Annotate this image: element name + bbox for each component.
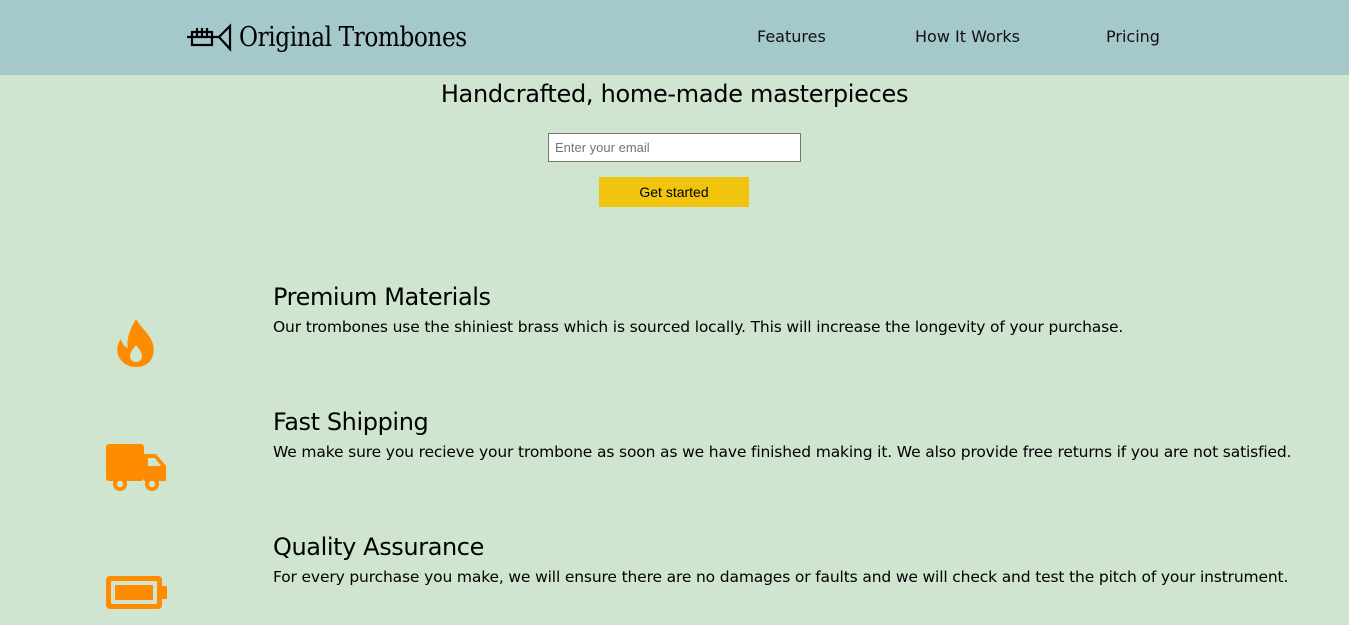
feature-title-premium-materials: Premium Materials — [273, 283, 491, 311]
nav-link-features[interactable]: Features — [757, 27, 826, 46]
email-input[interactable] — [548, 133, 801, 162]
battery-icon — [106, 576, 167, 609]
feature-text-fast-shipping: We make sure you recieve your trombone a… — [273, 443, 1292, 461]
get-started-button[interactable]: Get started — [599, 177, 749, 207]
trumpet-icon — [187, 23, 232, 52]
nav-link-how-it-works[interactable]: How It Works — [915, 27, 1020, 46]
site-header: Original Trombones Features How It Works… — [0, 0, 1349, 75]
feature-text-quality-assurance: For every purchase you make, we will ens… — [273, 568, 1289, 586]
feature-title-fast-shipping: Fast Shipping — [273, 408, 429, 436]
fire-icon — [117, 319, 154, 367]
hero-title: Handcrafted, home-made masterpieces — [440, 80, 909, 108]
feature-title-quality-assurance: Quality Assurance — [273, 533, 484, 561]
logo-text: Original Trombones — [239, 21, 467, 53]
nav-link-pricing[interactable]: Pricing — [1106, 27, 1160, 46]
logo[interactable]: Original Trombones — [186, 17, 504, 57]
feature-text-premium-materials: Our trombones use the shiniest brass whi… — [273, 318, 1124, 336]
truck-icon — [106, 444, 166, 491]
